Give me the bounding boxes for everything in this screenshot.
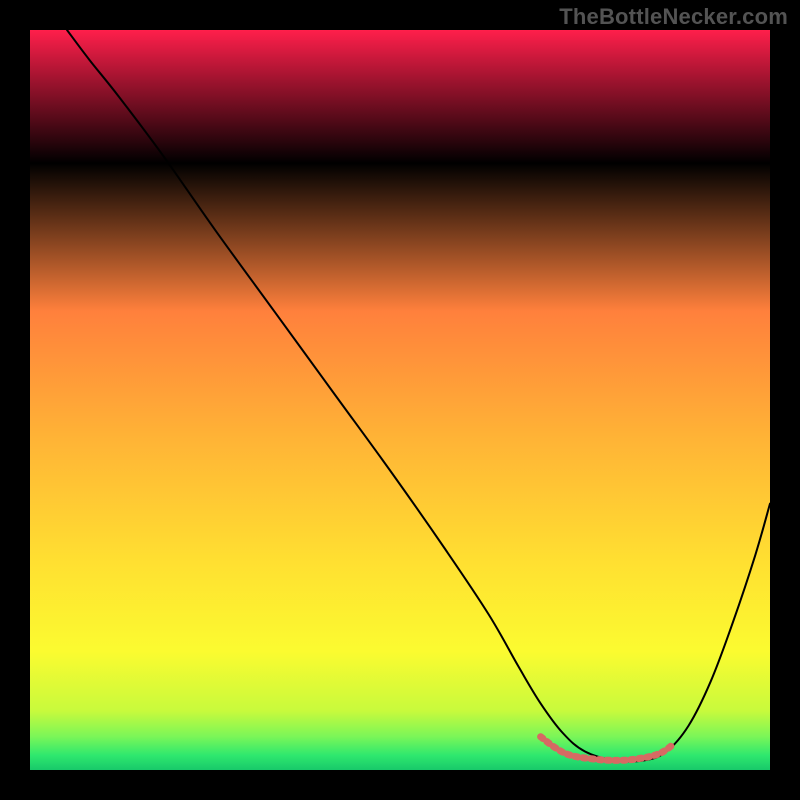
curve-layer (30, 30, 770, 770)
plot-area (30, 30, 770, 770)
chart-stage: TheBottleNecker.com (0, 0, 800, 800)
series-optimal-band (541, 737, 674, 761)
watermark-text: TheBottleNecker.com (559, 4, 788, 30)
series-bottleneck-curve (67, 30, 770, 762)
